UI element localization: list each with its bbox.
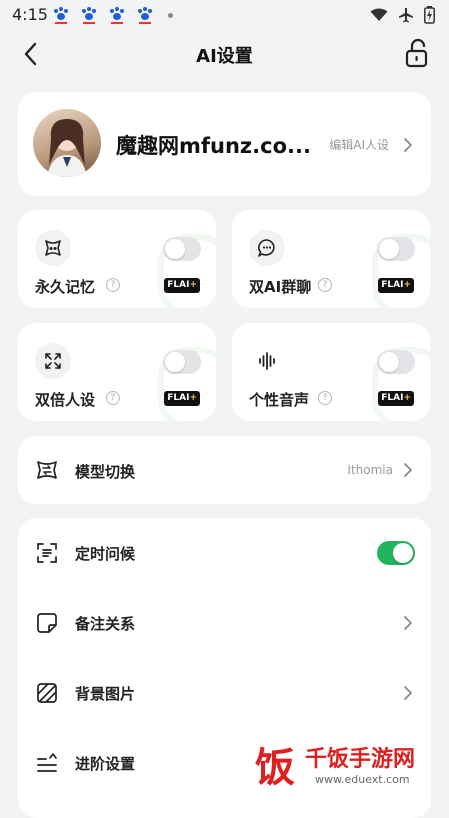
remark-relationship-row[interactable]: 备注关系 [18,588,431,658]
watermark-logo: 饭 [255,745,295,791]
background-image-row[interactable]: 背景图片 [18,658,431,728]
unlock-icon[interactable] [403,38,431,68]
feature-card-dual-ai-chat: 双AI群聊 ? FLAI+ [232,210,430,308]
feature-card-double-persona: 双倍人设 ? FLAI+ [18,323,216,421]
background-pattern-icon [37,683,57,703]
ai-profile-card[interactable]: 魔趣网mfunz.co... 编辑AI人设 [18,92,431,196]
paw-notification-icon [138,7,152,24]
setting-label: 背景图片 [75,685,136,703]
personal-voice-toggle[interactable] [377,350,415,374]
edit-ai-persona-link[interactable]: 编辑AI人设 [329,136,389,153]
flai-plus-badge: FLAI+ [164,278,200,293]
help-icon[interactable]: ? [106,278,120,292]
model-switch-row[interactable]: 模型切换 Ithomia [18,436,431,504]
wifi-icon [370,8,388,21]
setting-label: 进阶设置 [75,755,136,773]
double-persona-toggle[interactable] [163,350,201,374]
scheduled-greeting-toggle[interactable] [377,541,415,565]
model-switch-label: 模型切换 [75,463,136,481]
scheduled-greeting-row[interactable]: 定时问候 [18,518,431,588]
ai-avatar [33,109,101,177]
help-icon[interactable]: ? [106,391,120,405]
feature-label: 个性音声 [249,391,310,409]
feature-label: 双AI群聊 [249,278,312,296]
more-notifications-dot [168,13,173,18]
app-header: AI设置 [0,32,449,76]
status-time: 4:15 [12,5,48,24]
flai-plus-badge: FLAI+ [164,391,200,406]
help-icon[interactable]: ? [318,391,332,405]
watermark-url: www.eduext.com [315,773,410,786]
airplane-mode-icon [399,8,413,23]
dual-ai-chat-toggle[interactable] [377,237,415,261]
feature-label: 双倍人设 [35,391,96,409]
feature-label: 永久记忆 [35,278,96,296]
paw-notification-icon [82,7,96,24]
status-bar: 4:15 [0,0,449,32]
setting-label: 定时问候 [75,545,136,563]
help-icon[interactable]: ? [318,278,332,292]
note-icon [37,613,57,633]
paw-notification-icon [54,7,68,24]
chevron-right-icon [404,138,412,152]
permanent-memory-toggle[interactable] [163,237,201,261]
expand-arrows-icon [35,343,71,379]
chevron-right-icon [404,463,412,477]
voice-wave-icon [249,343,285,379]
scan-text-icon [37,543,57,563]
chevron-right-icon [404,686,412,700]
battery-charging-icon [424,6,435,24]
flai-plus-badge: FLAI+ [378,391,414,406]
page-title: AI设置 [196,46,253,67]
site-watermark: 饭 千饭手游网 www.eduext.com [255,735,445,795]
chevron-right-icon [404,616,412,630]
setting-label: 备注关系 [75,615,136,633]
ai-name: 魔趣网mfunz.co... [116,134,311,158]
feature-card-personal-voice: 个性音声 ? FLAI+ [232,323,430,421]
model-switch-icon [37,461,57,479]
watermark-brand: 千饭手游网 [305,747,416,772]
paw-notification-icon [110,7,124,24]
chat-bubble-icon [249,230,285,266]
memory-icon [35,230,71,266]
feature-card-permanent-memory: 永久记忆 ? FLAI+ [18,210,216,308]
current-model-value: Ithomia [347,463,393,477]
advanced-settings-icon [37,753,57,772]
flai-plus-badge: FLAI+ [378,278,414,293]
